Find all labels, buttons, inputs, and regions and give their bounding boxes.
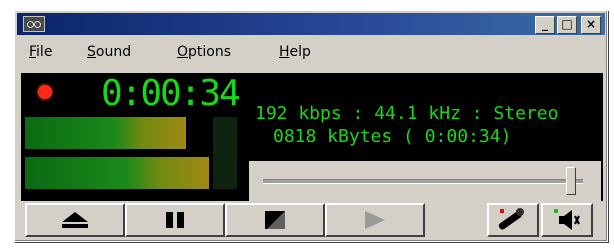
stop-icon bbox=[265, 211, 285, 229]
microphone-button[interactable] bbox=[487, 203, 539, 237]
minimize-button[interactable]: _ bbox=[535, 16, 555, 34]
recorder-window: _ □ × File Sound Options Help 0:00:34 19… bbox=[14, 10, 608, 242]
speaker-icon bbox=[554, 209, 580, 230]
eject-button[interactable] bbox=[25, 203, 125, 237]
microphone-icon bbox=[498, 208, 524, 230]
close-icon: × bbox=[585, 17, 597, 31]
record-indicator-icon bbox=[38, 85, 52, 99]
maximize-button[interactable]: □ bbox=[557, 16, 577, 34]
speaker-button[interactable] bbox=[541, 203, 593, 237]
title-bar[interactable]: _ □ × bbox=[17, 13, 605, 35]
slider-track bbox=[263, 179, 583, 184]
pause-button[interactable] bbox=[125, 203, 225, 237]
pause-icon bbox=[166, 212, 184, 228]
format-info: 192 kbps : 44.1 kHz : Stereo bbox=[255, 103, 559, 124]
volume-slider[interactable] bbox=[249, 161, 601, 201]
vu-meter-peak-area bbox=[213, 117, 237, 189]
menu-sound[interactable]: Sound bbox=[87, 44, 131, 60]
maximize-icon: □ bbox=[561, 17, 573, 31]
stop-button[interactable] bbox=[225, 203, 325, 237]
close-button[interactable]: × bbox=[581, 16, 601, 34]
elapsed-time: 0:00:34 bbox=[101, 73, 241, 114]
eject-icon bbox=[62, 212, 88, 228]
slider-thumb[interactable] bbox=[566, 167, 576, 195]
vu-meter-left bbox=[25, 117, 186, 149]
size-info: 0818 kBytes ( 0:00:34) bbox=[273, 126, 512, 147]
lcd-display: 0:00:34 192 kbps : 44.1 kHz : Stereo 081… bbox=[21, 73, 603, 201]
recorder-app: _ □ × File Sound Options Help 0:00:34 19… bbox=[0, 0, 614, 248]
menu-file[interactable]: File bbox=[29, 44, 52, 60]
vu-meter-right bbox=[25, 157, 209, 189]
play-button[interactable] bbox=[325, 203, 425, 237]
menu-bar: File Sound Options Help bbox=[17, 41, 605, 63]
minimize-icon: _ bbox=[542, 17, 548, 31]
menu-help[interactable]: Help bbox=[279, 44, 311, 60]
tape-icon[interactable] bbox=[23, 16, 45, 32]
play-icon bbox=[365, 211, 385, 229]
menu-options[interactable]: Options bbox=[177, 44, 231, 60]
